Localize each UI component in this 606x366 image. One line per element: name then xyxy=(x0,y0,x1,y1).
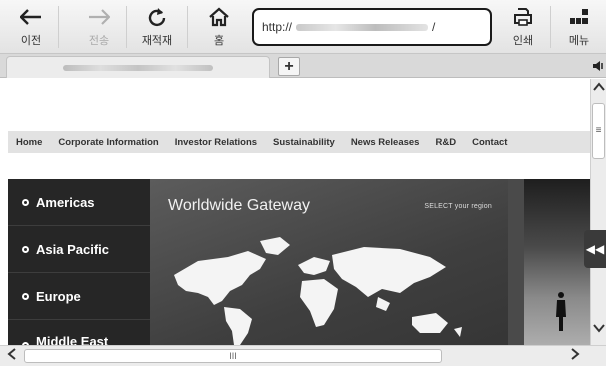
home-icon xyxy=(208,4,230,30)
region-list: Americas Asia Pacific Europe Middle East xyxy=(8,179,150,345)
menu-label: 메뉴 xyxy=(568,35,590,47)
reload-button[interactable]: 재적재 xyxy=(134,4,180,52)
site-nav-link[interactable]: Contact xyxy=(472,137,507,148)
hero-title: Worldwide Gateway xyxy=(168,197,310,214)
site-nav-link[interactable]: R&D xyxy=(435,137,456,148)
address-prefix: http:// xyxy=(262,20,293,34)
scroll-right-icon[interactable] xyxy=(566,348,584,363)
side-panel-toggle[interactable]: ◀◀ xyxy=(584,230,606,268)
address-suffix: / xyxy=(432,20,436,34)
browser-toolbar: 이전 전송 재적재 홈 http:// / 인쇄 메뉴 xyxy=(0,0,606,54)
address-bar[interactable]: http:// / xyxy=(252,8,492,46)
print-icon xyxy=(513,4,533,30)
world-map-panel: Worldwide Gateway SELECT your region xyxy=(150,179,508,345)
hero-photo xyxy=(524,179,590,345)
site-nav-link[interactable]: Corporate Information xyxy=(58,137,158,148)
site-nav-link[interactable]: Investor Relations xyxy=(175,137,257,148)
tab-bar: + xyxy=(0,54,606,78)
page-viewport: Home Corporate Information Investor Relati… xyxy=(0,79,590,345)
back-arrow-icon xyxy=(20,4,42,30)
site-nav-link[interactable]: Home xyxy=(16,137,42,148)
print-label: 인쇄 xyxy=(512,35,534,47)
hero-subtitle: SELECT your region xyxy=(424,203,492,210)
bullet-icon xyxy=(22,292,29,300)
tab-title-redacted xyxy=(63,64,213,71)
vertical-scroll-thumb[interactable]: ≡ xyxy=(592,103,605,159)
horizontal-scroll-thumb[interactable]: III xyxy=(24,349,442,363)
site-nav-link[interactable]: Sustainability xyxy=(273,137,335,148)
print-button[interactable]: 인쇄 xyxy=(500,4,546,52)
region-item[interactable]: Europe xyxy=(8,273,150,320)
region-item[interactable]: Americas xyxy=(8,179,150,226)
horizontal-scrollbar[interactable]: III xyxy=(0,345,606,366)
scroll-left-icon[interactable] xyxy=(3,348,21,363)
reload-label: 재적재 xyxy=(141,35,173,47)
speaker-icon[interactable] xyxy=(592,59,604,77)
hero-banner: Americas Asia Pacific Europe Middle East Wo… xyxy=(8,179,590,345)
site-nav-link[interactable]: News Releases xyxy=(351,137,420,148)
address-redacted xyxy=(296,23,429,31)
region-label: Middle East xyxy=(36,334,109,345)
back-label: 이전 xyxy=(20,35,42,47)
home-label: 홈 xyxy=(213,35,225,47)
region-label: Europe xyxy=(36,288,81,304)
scroll-down-icon[interactable] xyxy=(591,322,606,340)
bullet-icon xyxy=(22,198,29,206)
scroll-up-icon[interactable] xyxy=(591,81,606,99)
forward-arrow-icon xyxy=(88,4,110,30)
region-label: Asia Pacific xyxy=(36,241,109,257)
home-button[interactable]: 홈 xyxy=(196,4,242,52)
world-map-icon[interactable] xyxy=(168,235,498,345)
menu-icon xyxy=(569,4,589,30)
region-item[interactable]: Asia Pacific xyxy=(8,226,150,273)
region-label: Americas xyxy=(36,194,95,210)
forward-button[interactable]: 전송 xyxy=(76,4,122,52)
forward-label: 전송 xyxy=(88,35,110,47)
person-silhouette-icon xyxy=(556,292,566,331)
tab-active[interactable] xyxy=(6,56,270,78)
new-tab-button[interactable]: + xyxy=(278,57,300,76)
menu-button[interactable]: 메뉴 xyxy=(556,4,602,52)
site-navigation: Home Corporate Information Investor Relati… xyxy=(8,131,590,153)
vertical-scrollbar[interactable]: ≡ xyxy=(590,79,606,345)
back-button[interactable]: 이전 xyxy=(8,4,54,52)
reload-icon xyxy=(147,4,167,30)
region-item[interactable]: Middle East xyxy=(8,320,150,345)
bullet-icon xyxy=(22,245,29,253)
